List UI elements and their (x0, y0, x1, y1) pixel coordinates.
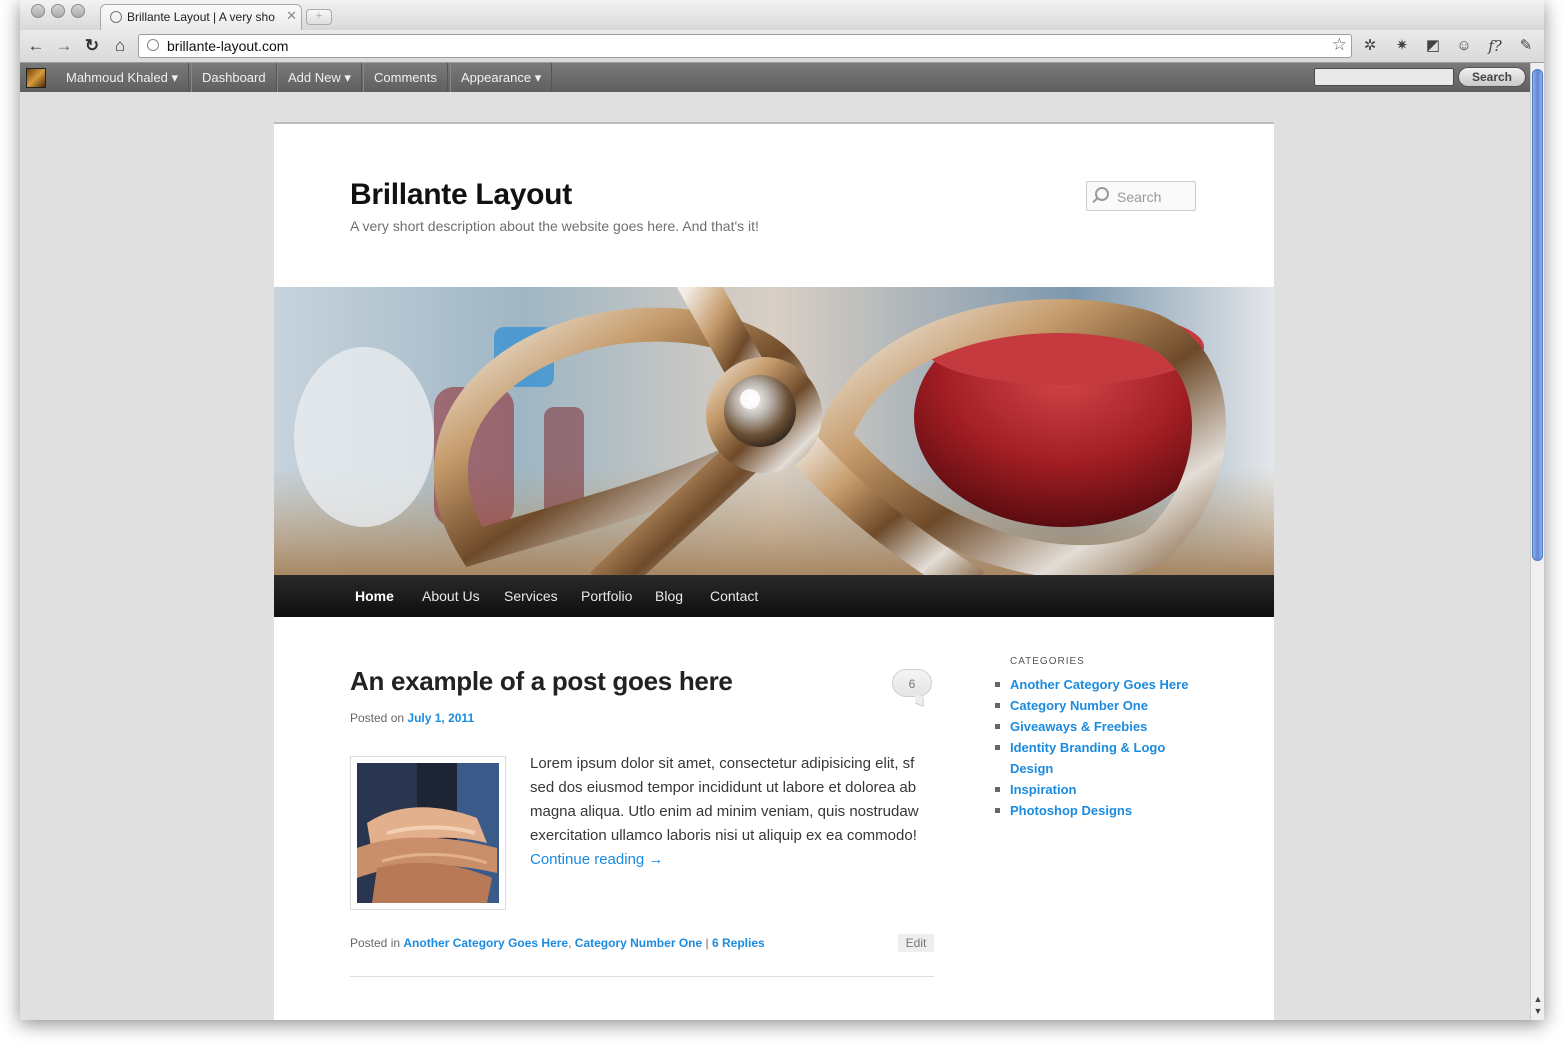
browser-window: Brillante Layout | A very sho ✕ + ← → ↻ … (20, 0, 1544, 1020)
meta-separator: | (705, 936, 709, 950)
new-tab-button[interactable]: + (306, 9, 332, 25)
color-picker-extension-icon[interactable]: ◩ (1423, 36, 1443, 56)
header-image (274, 287, 1274, 575)
post-title[interactable]: An example of a post goes here (350, 666, 733, 697)
category-item-another[interactable]: Another Category Goes Here (995, 674, 1210, 695)
reload-icon[interactable]: ↻ (82, 36, 102, 56)
nav-contact[interactable]: Contact (710, 575, 758, 617)
categories-list: Another Category Goes Here Category Numb… (995, 674, 1210, 821)
bookmark-star-icon[interactable]: ☆ (1332, 35, 1347, 55)
admin-dashboard-link[interactable]: Dashboard (191, 63, 277, 92)
post-date-link[interactable]: July 1, 2011 (407, 711, 474, 725)
admin-user-menu[interactable]: Mahmoud Khaled ▾ (56, 63, 190, 92)
search-icon (1095, 187, 1109, 201)
category-item-inspiration[interactable]: Inspiration (995, 779, 1210, 800)
scroll-down-icon[interactable]: ▼ (1531, 1005, 1544, 1017)
category-item-giveaways[interactable]: Giveaways & Freebies (995, 716, 1210, 737)
zoom-window-button[interactable] (71, 4, 85, 18)
search-placeholder: Search (1117, 189, 1162, 205)
nav-portfolio[interactable]: Portfolio (581, 575, 632, 617)
wrench-icon[interactable]: ✎ (1516, 36, 1536, 56)
admin-bar: Mahmoud Khaled ▾ Dashboard Add New ▾ Com… (20, 63, 1530, 92)
category-item-identity-branding[interactable]: Identity Branding & Logo Design (995, 737, 1210, 779)
page-scrollbar[interactable]: ▲ ▼ (1530, 63, 1544, 1020)
minimize-window-button[interactable] (51, 4, 65, 18)
tab-close-icon[interactable]: ✕ (286, 8, 297, 24)
category-link-number-one[interactable]: Category Number One (575, 936, 702, 950)
nav-services[interactable]: Services (504, 575, 558, 617)
comment-count-bubble[interactable]: 6 (892, 669, 932, 697)
continue-reading-link[interactable]: Continue reading → (530, 851, 663, 868)
address-bar[interactable]: brillante-layout.com ☆ (138, 34, 1352, 58)
site-description: A very short description about the websi… (350, 218, 759, 234)
scroll-up-icon[interactable]: ▲ (1531, 993, 1544, 1005)
browser-toolbar: ← → ↻ ⌂ brillante-layout.com ☆ ✲ ✷ ◩ ☺ f… (20, 30, 1544, 63)
home-icon[interactable]: ⌂ (110, 36, 130, 56)
site-title[interactable]: Brillante Layout (350, 178, 572, 212)
main-navigation: Home About Us Services Portfolio Blog Co… (274, 575, 1274, 617)
edit-post-button[interactable]: Edit (898, 934, 934, 952)
admin-search-input[interactable] (1314, 68, 1454, 86)
post-thumbnail[interactable] (350, 756, 506, 910)
nav-home[interactable]: Home (355, 575, 394, 617)
category-separator: , (568, 936, 572, 950)
posted-in-label: Posted in (350, 936, 401, 950)
posted-on-label: Posted on (350, 711, 405, 725)
admin-comments-link[interactable]: Comments (363, 63, 448, 92)
site-page: Brillante Layout A very short descriptio… (274, 122, 1274, 1020)
globe-icon (147, 39, 159, 51)
face-extension-icon[interactable]: ☺ (1454, 36, 1474, 56)
site-search-input[interactable]: Search (1086, 181, 1196, 211)
category-item-photoshop[interactable]: Photoshop Designs (995, 800, 1210, 821)
avatar[interactable] (26, 68, 46, 88)
url-text[interactable]: brillante-layout.com (167, 38, 288, 54)
post-divider (350, 976, 934, 977)
post-excerpt: Lorem ipsum dolor sit amet, consectetur … (530, 752, 940, 872)
nav-about-us[interactable]: About Us (422, 575, 480, 617)
font-extension-icon[interactable]: f? (1485, 36, 1505, 56)
browser-tab[interactable]: Brillante Layout | A very sho ✕ (100, 4, 302, 31)
category-item-number-one[interactable]: Category Number One (995, 695, 1210, 716)
tab-title: Brillante Layout | A very sho (127, 10, 275, 24)
replies-link[interactable]: 6 Replies (712, 936, 765, 950)
globe-icon (110, 11, 122, 23)
category-link-another[interactable]: Another Category Goes Here (403, 936, 568, 950)
excerpt-text: Lorem ipsum dolor sit amet, consectetur … (530, 755, 919, 844)
categories-heading: CATEGORIES (1010, 656, 1085, 667)
post-meta: Posted on July 1, 2011 (350, 711, 474, 725)
nav-blog[interactable]: Blog (655, 575, 683, 617)
gear-extension-icon[interactable]: ✲ (1360, 36, 1380, 56)
post-footer-meta: Posted in Another Category Goes Here, Ca… (350, 936, 765, 950)
forward-icon[interactable]: → (54, 36, 74, 56)
admin-search-button[interactable]: Search (1458, 67, 1526, 87)
back-icon[interactable]: ← (26, 36, 46, 56)
scrollbar-thumb[interactable] (1532, 69, 1543, 561)
bug-extension-icon[interactable]: ✷ (1392, 36, 1412, 56)
hands-image (357, 763, 499, 903)
close-window-button[interactable] (31, 4, 45, 18)
admin-appearance-menu[interactable]: Appearance ▾ (450, 63, 553, 92)
admin-add-new-menu[interactable]: Add New ▾ (277, 63, 362, 92)
tab-strip: Brillante Layout | A very sho ✕ + (20, 0, 1544, 31)
